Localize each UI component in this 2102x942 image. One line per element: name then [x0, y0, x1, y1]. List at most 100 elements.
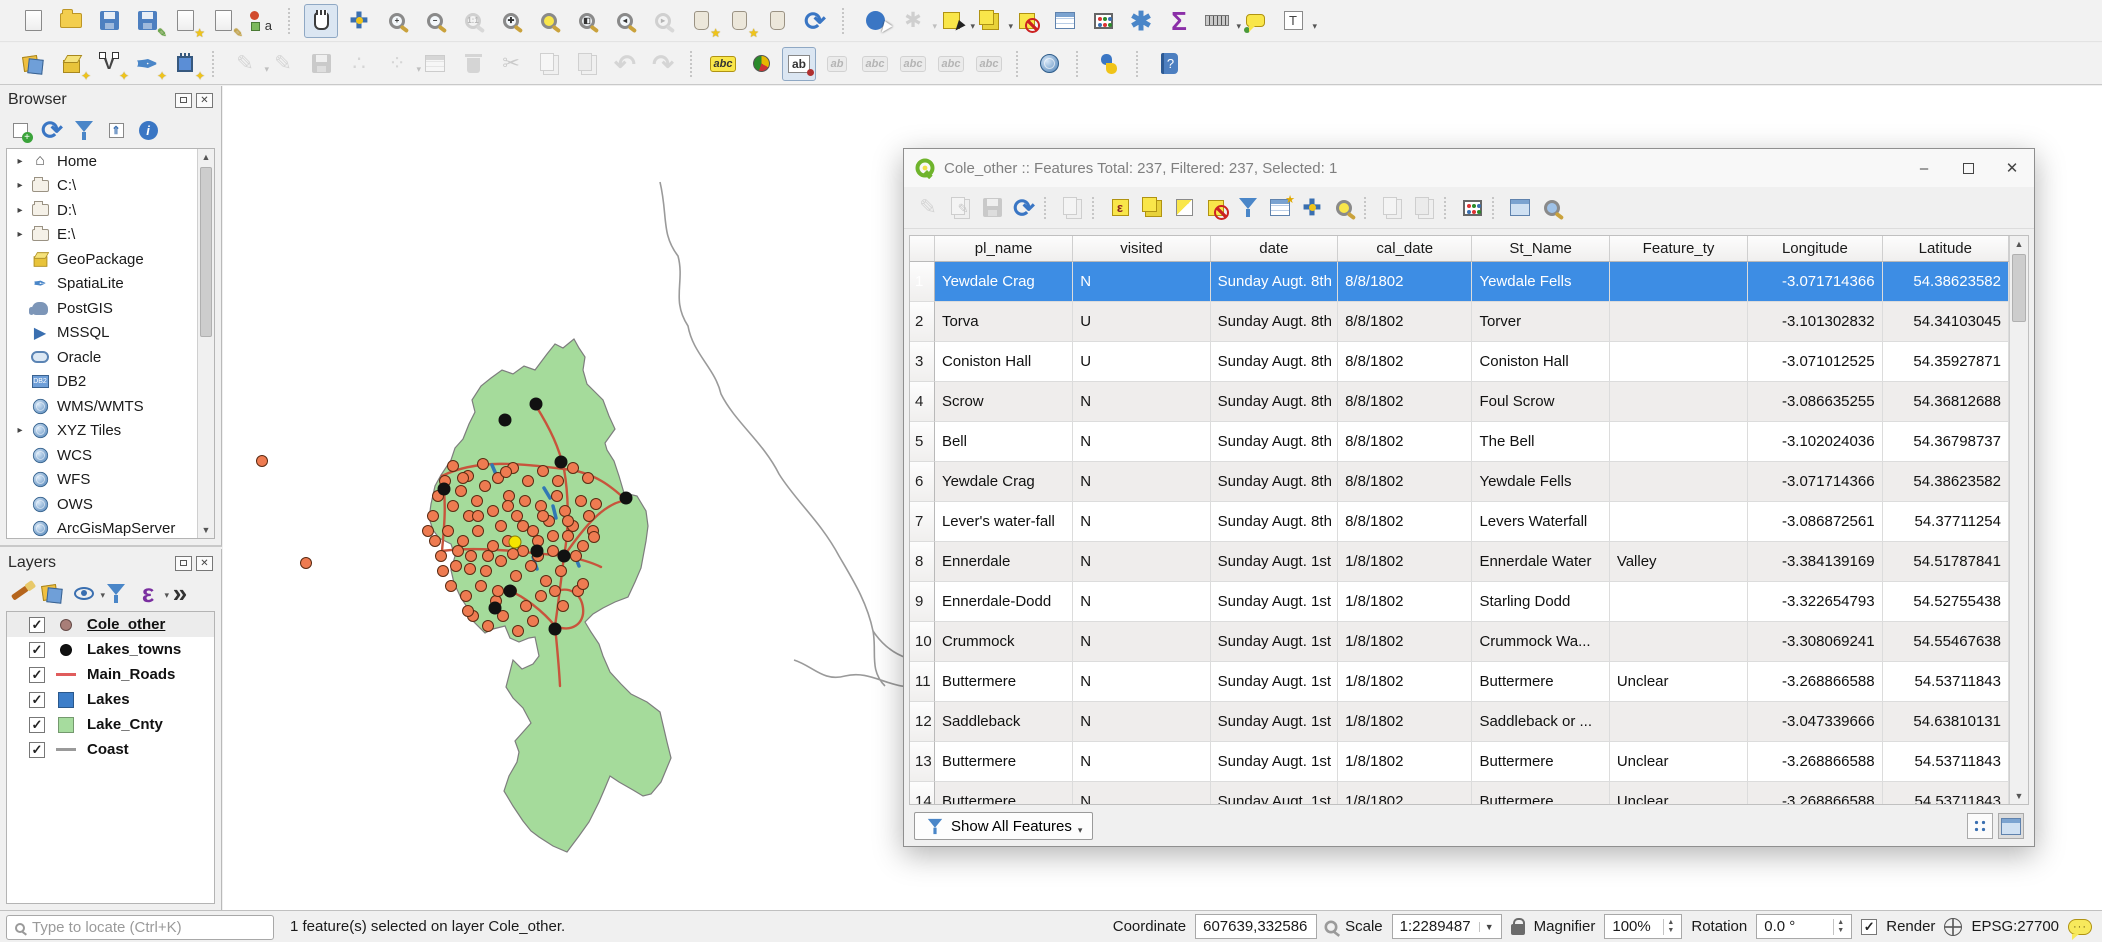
expand-icon[interactable]: ▸ — [11, 156, 29, 167]
cell-date[interactable]: Sunday Augt. 1st — [1211, 542, 1338, 582]
dock-attribute-table-icon[interactable] — [1506, 194, 1534, 222]
cell-feature_ty[interactable] — [1610, 502, 1748, 542]
cell-pl_name[interactable]: Ennerdale-Dodd — [935, 582, 1073, 622]
zoom-to-selection-icon[interactable] — [532, 4, 566, 38]
browser-item-ows[interactable]: OWS — [7, 492, 214, 517]
browser-item-wms-wmts[interactable]: WMS/WMTS — [7, 394, 214, 419]
table-row[interactable]: 6Yewdale CragNSunday Augt. 8th8/8/1802Ye… — [910, 462, 2009, 502]
invert-selection-icon[interactable] — [1170, 194, 1198, 222]
cell-date[interactable]: Sunday Augt. 1st — [1211, 782, 1338, 804]
browser-close-button[interactable]: ✕ — [196, 93, 213, 108]
cell-cal_date[interactable]: 1/8/1802 — [1338, 782, 1472, 804]
table-row[interactable]: 3Coniston HallUSunday Augt. 8th8/8/1802C… — [910, 342, 2009, 382]
cell-date[interactable]: Sunday Augt. 8th — [1211, 462, 1338, 502]
messages-bubble-icon[interactable]: ··· — [2068, 919, 2092, 935]
cell-longitude[interactable]: -3.101302832 — [1748, 302, 1882, 342]
minimize-button[interactable]: – — [1902, 149, 1946, 187]
open-data-source-manager-icon[interactable] — [16, 47, 50, 81]
expand-icon[interactable]: ▸ — [11, 180, 29, 191]
new-shapefile-layer-icon[interactable]: V✦ — [92, 47, 126, 81]
zoom-last-icon[interactable]: ◂ — [608, 4, 642, 38]
zoom-full-icon[interactable]: ✚ — [494, 4, 528, 38]
cell-pl_name[interactable]: Yewdale Crag — [935, 262, 1073, 302]
cell-visited[interactable]: U — [1073, 302, 1210, 342]
cell-st_name[interactable]: Saddleback or ... — [1472, 702, 1609, 742]
show-bookmark-manager-icon[interactable] — [760, 4, 794, 38]
layer-visibility-checkbox[interactable]: ✓ — [29, 717, 45, 733]
attribute-table-vscrollbar[interactable]: ▲ ▼ — [2009, 236, 2028, 804]
cell-st_name[interactable]: Ennerdale Water — [1472, 542, 1609, 582]
browser-properties-icon[interactable]: i — [134, 116, 162, 144]
table-row[interactable]: 2TorvaUSunday Augt. 8th8/8/1802Torver-3.… — [910, 302, 2009, 342]
row-number[interactable]: 13 — [910, 742, 935, 782]
show-layout-manager-icon[interactable]: ✎ — [206, 4, 240, 38]
cell-cal_date[interactable]: 1/8/1802 — [1338, 662, 1472, 702]
layer-visibility-checkbox[interactable]: ✓ — [29, 617, 45, 633]
cell-date[interactable]: Sunday Augt. 8th — [1211, 382, 1338, 422]
cell-date[interactable]: Sunday Augt. 1st — [1211, 662, 1338, 702]
cell-visited[interactable]: N — [1073, 542, 1210, 582]
cell-visited[interactable]: N — [1073, 382, 1210, 422]
refresh-browser-icon[interactable]: ⟳ — [38, 116, 66, 144]
cell-cal_date[interactable]: 1/8/1802 — [1338, 702, 1472, 742]
table-row[interactable]: 4ScrowNSunday Augt. 8th8/8/1802Foul Scro… — [910, 382, 2009, 422]
cell-feature_ty[interactable] — [1610, 622, 1748, 662]
close-button[interactable]: ✕ — [1990, 149, 2034, 187]
move-selection-to-top-icon[interactable] — [1266, 194, 1294, 222]
browser-item-wfs[interactable]: WFS — [7, 468, 214, 493]
cell-visited[interactable]: N — [1073, 462, 1210, 502]
new-print-layout-icon[interactable]: ★ — [168, 4, 202, 38]
scroll-down-icon[interactable]: ▼ — [2010, 788, 2028, 804]
coordinate-input[interactable]: 607639,332586 — [1195, 914, 1317, 939]
cell-feature_ty[interactable]: Unclear — [1610, 782, 1748, 804]
row-number[interactable]: 8 — [910, 542, 935, 582]
open-attribute-table-icon[interactable] — [1048, 4, 1082, 38]
cell-feature_ty[interactable] — [1610, 382, 1748, 422]
new-virtual-layer-icon[interactable]: ✦ — [168, 47, 202, 81]
cell-latitude[interactable]: 54.63810131 — [1883, 702, 2009, 742]
table-row[interactable]: 12SaddlebackNSunday Augt. 1st1/8/1802Sad… — [910, 702, 2009, 742]
table-view-button[interactable] — [1998, 813, 2024, 839]
epsg-label[interactable]: EPSG:27700 — [1971, 918, 2059, 935]
layer-visibility-checkbox[interactable]: ✓ — [29, 692, 45, 708]
layer-labeling-icon[interactable]: ab — [782, 47, 816, 81]
cell-feature_ty[interactable] — [1610, 302, 1748, 342]
browser-item-geopackage[interactable]: GeoPackage — [7, 247, 214, 272]
statistical-summary-icon[interactable]: Σ — [1162, 4, 1196, 38]
deselect-features-icon[interactable] — [1010, 4, 1044, 38]
cell-longitude[interactable]: -3.384139169 — [1748, 542, 1882, 582]
cell-latitude[interactable]: 54.53711843 — [1883, 662, 2009, 702]
cell-latitude[interactable]: 54.52755438 — [1883, 582, 2009, 622]
cell-pl_name[interactable]: Saddleback — [935, 702, 1073, 742]
cell-longitude[interactable]: -3.086635255 — [1748, 382, 1882, 422]
new-project-icon[interactable] — [16, 4, 50, 38]
metasearch-icon[interactable] — [1032, 47, 1066, 81]
cell-feature_ty[interactable] — [1610, 462, 1748, 502]
row-number[interactable]: 10 — [910, 622, 935, 662]
save-project-icon[interactable] — [92, 4, 126, 38]
cell-date[interactable]: Sunday Augt. 1st — [1211, 582, 1338, 622]
layer-labeling-options-icon[interactable]: abc — [706, 47, 740, 81]
cell-longitude[interactable]: -3.268866588 — [1748, 662, 1882, 702]
row-number[interactable]: 3 — [910, 342, 935, 382]
cell-date[interactable]: Sunday Augt. 8th — [1211, 502, 1338, 542]
cell-cal_date[interactable]: 1/8/1802 — [1338, 622, 1472, 662]
cell-date[interactable]: Sunday Augt. 1st — [1211, 622, 1338, 662]
cell-feature_ty[interactable] — [1610, 422, 1748, 462]
cell-longitude[interactable]: -3.086872561 — [1748, 502, 1882, 542]
cell-visited[interactable]: N — [1073, 422, 1210, 462]
cell-longitude[interactable]: -3.268866588 — [1748, 742, 1882, 782]
row-number[interactable]: 5 — [910, 422, 935, 462]
cell-date[interactable]: Sunday Augt. 8th — [1211, 342, 1338, 382]
browser-item-xyz-tiles[interactable]: ▸XYZ Tiles — [7, 419, 214, 444]
column-header-feature_ty[interactable]: Feature_ty — [1610, 236, 1748, 261]
cell-st_name[interactable]: Starling Dodd — [1472, 582, 1609, 622]
table-row[interactable]: 5BellNSunday Augt. 8th8/8/1802The Bell-3… — [910, 422, 2009, 462]
cell-cal_date[interactable]: 1/8/1802 — [1338, 582, 1472, 622]
column-header-visited[interactable]: visited — [1073, 236, 1210, 261]
cell-st_name[interactable]: Levers Waterfall — [1472, 502, 1609, 542]
browser-item-oracle[interactable]: Oracle — [7, 345, 214, 370]
cell-latitude[interactable]: 54.36798737 — [1883, 422, 2009, 462]
cell-cal_date[interactable]: 8/8/1802 — [1338, 342, 1472, 382]
table-row[interactable]: 1Yewdale CragNSunday Augt. 8th8/8/1802Ye… — [910, 262, 2009, 302]
